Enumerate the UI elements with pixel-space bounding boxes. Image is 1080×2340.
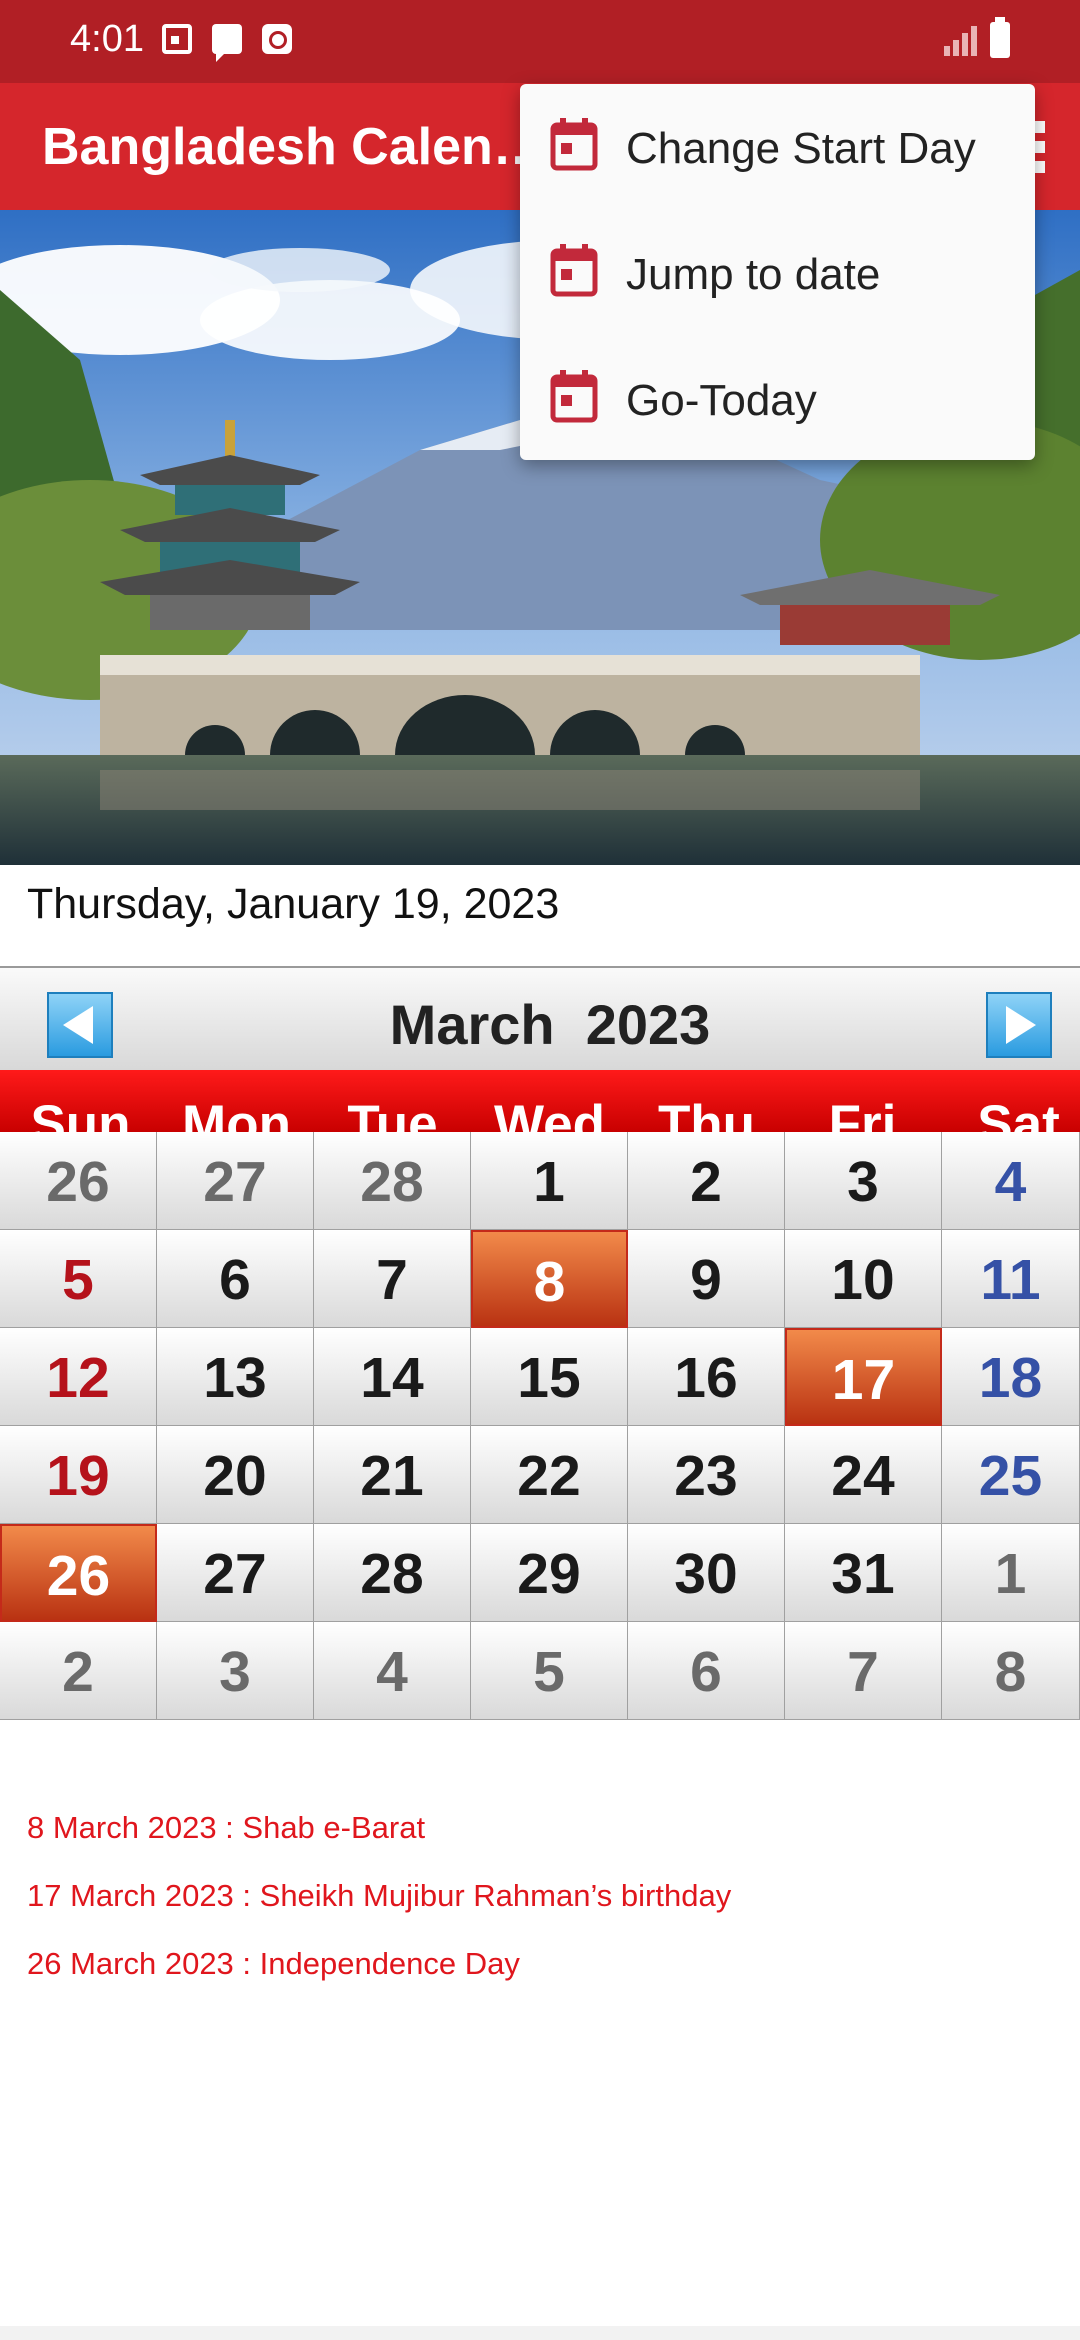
calendar-day-cell[interactable]: 6 — [628, 1622, 785, 1720]
calendar-day-cell[interactable]: 10 — [785, 1230, 942, 1328]
app-title: Bangladesh Calen… — [42, 118, 545, 176]
alarm-icon — [262, 24, 292, 54]
calendar-day-cell[interactable]: 26 — [0, 1132, 157, 1230]
menu-item-go-today[interactable]: Go-Today — [520, 336, 1035, 462]
calendar-day-cell[interactable]: 25 — [942, 1426, 1080, 1524]
overflow-menu: Change Start Day Jump to date Go-Today — [520, 84, 1035, 460]
calendar-day-cell[interactable]: 16 — [628, 1328, 785, 1426]
calendar-day-cell[interactable]: 9 — [628, 1230, 785, 1328]
calendar-day-cell[interactable]: 7 — [314, 1230, 471, 1328]
next-month-button[interactable] — [986, 992, 1052, 1058]
event-item: 17 March 2023 : Sheikh Mujibur Rahman’s … — [27, 1878, 732, 1913]
menu-item-change-start-day[interactable]: Change Start Day — [520, 84, 1035, 210]
calendar-day-cell[interactable]: 24 — [785, 1426, 942, 1524]
calendar-day-cell[interactable]: 4 — [314, 1622, 471, 1720]
calendar-day-cell[interactable]: 12 — [0, 1328, 157, 1426]
calendar-icon — [162, 24, 192, 54]
calendar-day-cell[interactable]: 27 — [157, 1524, 314, 1622]
weekday-label: Sun — [30, 1095, 131, 1154]
calendar-day-cell[interactable]: 1 — [471, 1132, 628, 1230]
calendar-day-cell[interactable]: 5 — [471, 1622, 628, 1720]
calendar-day-cell[interactable]: 6 — [157, 1230, 314, 1328]
calendar-day-cell[interactable]: 29 — [471, 1524, 628, 1622]
menu-item-label: Go-Today — [626, 376, 817, 425]
calendar-day-cell[interactable]: 20 — [157, 1426, 314, 1524]
calendar-day-cell[interactable]: 14 — [314, 1328, 471, 1426]
weekday-label: Fri — [828, 1095, 897, 1154]
weekday-label: Mon — [182, 1095, 291, 1154]
event-item: 26 March 2023 : Independence Day — [27, 1946, 520, 1981]
calendar-day-cell[interactable]: 30 — [628, 1524, 785, 1622]
calendar-day-cell[interactable]: 22 — [471, 1426, 628, 1524]
navigation-bar — [0, 2326, 1080, 2340]
calendar-day-cell[interactable]: 3 — [157, 1622, 314, 1720]
weekday-label: Thu — [657, 1095, 756, 1154]
menu-item-jump-to-date[interactable]: Jump to date — [520, 210, 1035, 336]
current-date-label: Thursday, January 19, 2023 — [27, 880, 560, 928]
weekday-label: Sat — [977, 1095, 1060, 1154]
calendar-day-cell[interactable]: 8 — [942, 1622, 1080, 1720]
message-icon — [212, 24, 242, 62]
calendar-day-cell[interactable]: 2 — [628, 1132, 785, 1230]
calendar-day-cell[interactable]: 13 — [157, 1328, 314, 1426]
calendar-day-cell[interactable]: 26 — [0, 1524, 157, 1622]
calendar-day-cell[interactable]: 1 — [942, 1524, 1080, 1622]
status-time: 4:01 — [70, 18, 144, 60]
menu-item-label: Change Start Day — [626, 124, 976, 173]
calendar-day-cell[interactable]: 3 — [785, 1132, 942, 1230]
calendar-day-cell[interactable]: 2 — [0, 1622, 157, 1720]
event-item: 8 March 2023 : Shab e-Barat — [27, 1810, 426, 1845]
calendar-icon — [550, 369, 598, 423]
battery-icon — [990, 17, 1010, 58]
calendar-icon — [550, 117, 598, 171]
calendar-day-cell[interactable]: 4 — [942, 1132, 1080, 1230]
calendar-day-cell[interactable]: 11 — [942, 1230, 1080, 1328]
menu-item-label: Jump to date — [626, 250, 881, 299]
signal-icon — [944, 24, 980, 56]
month-title: March 2023 — [389, 993, 711, 1056]
calendar-day-cell[interactable]: 17 — [785, 1328, 942, 1426]
calendar-day-cell[interactable]: 28 — [314, 1132, 471, 1230]
calendar-day-cell[interactable]: 5 — [0, 1230, 157, 1328]
calendar-day-cell[interactable]: 21 — [314, 1426, 471, 1524]
calendar-grid: 26 27 28 1 2 3 4 5 6 7 8 9 10 11 12 13 14 15 16 17 18 19 20 21 2… — [0, 1132, 1080, 1721]
calendar-day-cell[interactable]: 7 — [785, 1622, 942, 1720]
calendar-day-cell[interactable]: 23 — [628, 1426, 785, 1524]
calendar-day-cell[interactable]: 28 — [314, 1524, 471, 1622]
calendar-day-cell[interactable]: 18 — [942, 1328, 1080, 1426]
status-bar: 4:01 — [0, 0, 1080, 83]
calendar-header: March 2023 — [0, 966, 1080, 1070]
calendar-day-cell[interactable]: 31 — [785, 1524, 942, 1622]
weekday-label: Tue — [347, 1095, 438, 1154]
calendar-day-cell[interactable]: 8 — [471, 1230, 628, 1328]
arrow-right-icon — [1006, 1006, 1036, 1044]
weekday-label: Wed — [494, 1095, 605, 1154]
calendar-day-cell[interactable]: 15 — [471, 1328, 628, 1426]
events-list: 8 March 2023 : Shab e-Barat 17 March 202… — [27, 1810, 731, 2014]
weekday-header-row: Sun Mon Tue Wed Thu Fri Sat — [0, 1070, 1080, 1154]
calendar-icon — [550, 243, 598, 297]
calendar-day-cell[interactable]: 19 — [0, 1426, 157, 1524]
calendar-day-cell[interactable]: 27 — [157, 1132, 314, 1230]
